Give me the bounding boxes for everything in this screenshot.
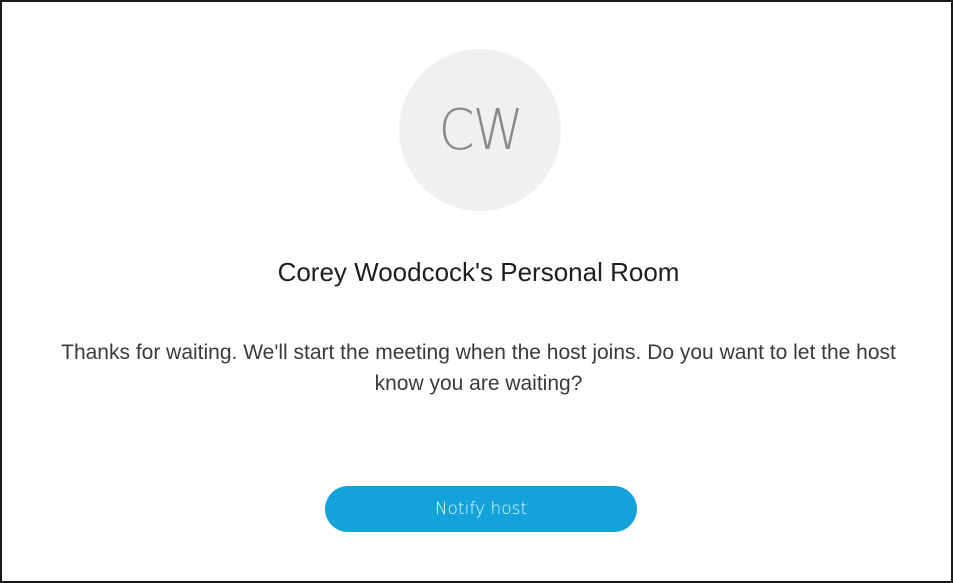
host-avatar: CW [399,49,561,211]
notify-host-button[interactable]: Notify host [325,486,637,532]
waiting-room-panel: CW Corey Woodcock's Personal Room Thanks… [0,0,953,583]
waiting-message: Thanks for waiting. We'll start the meet… [61,341,896,395]
room-title: Corey Woodcock's Personal Room [277,257,680,287]
avatar-initials: CW [438,97,523,163]
